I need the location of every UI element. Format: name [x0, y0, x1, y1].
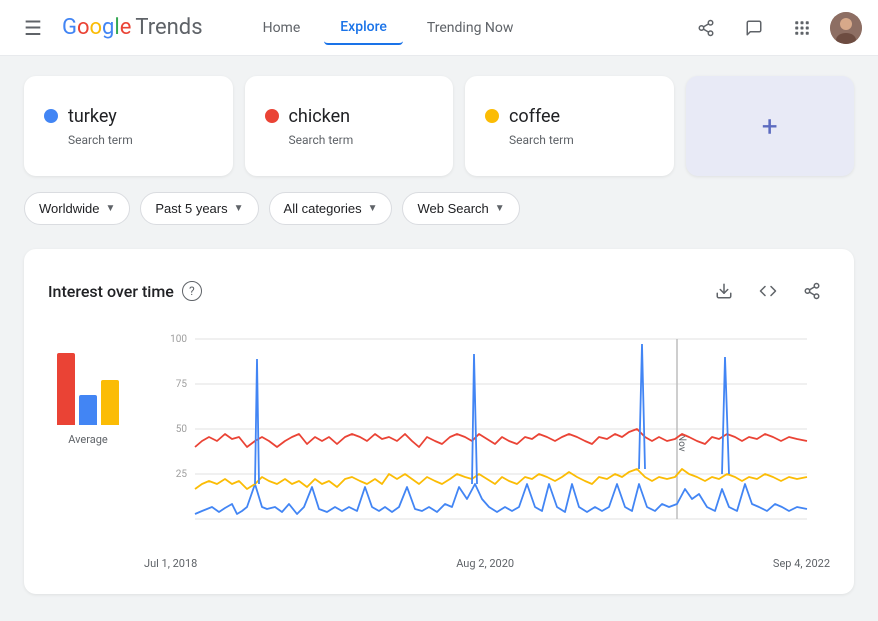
x-label-2: Aug 2, 2020 — [456, 557, 514, 570]
download-button[interactable] — [706, 273, 742, 309]
header-nav: Home Explore Trending Now — [247, 11, 530, 45]
turkey-type: Search term — [68, 133, 213, 147]
share-button[interactable] — [686, 8, 726, 48]
chicken-type: Search term — [289, 133, 434, 147]
logo-trends-text: Trends — [135, 15, 202, 40]
logo[interactable]: Google Trends — [62, 15, 203, 40]
avatar-image — [830, 12, 862, 44]
avg-bars — [57, 329, 119, 429]
filter-category-label: All categories — [284, 201, 362, 216]
x-axis-labels: Jul 1, 2018 Aug 2, 2020 Sep 4, 2022 — [144, 557, 830, 570]
chart-avg: Average — [48, 329, 128, 570]
chart-area: Average 100 75 50 25 Nov — [48, 329, 830, 570]
nav-trending-now[interactable]: Trending Now — [411, 12, 529, 44]
apps-icon — [793, 19, 811, 37]
embed-icon — [759, 282, 777, 300]
chart-card: Interest over time ? — [24, 249, 854, 594]
download-icon — [715, 282, 733, 300]
avg-label: Average — [68, 433, 108, 446]
chart-actions — [706, 273, 830, 309]
message-icon — [745, 19, 763, 37]
menu-icon[interactable]: ☰ — [16, 8, 50, 48]
logo-text: Google — [62, 15, 131, 40]
embed-button[interactable] — [750, 273, 786, 309]
coffee-type: Search term — [509, 133, 654, 147]
turkey-dot — [44, 109, 58, 123]
nav-explore[interactable]: Explore — [324, 11, 403, 45]
turkey-name: turkey — [68, 106, 117, 127]
help-icon[interactable]: ? — [182, 281, 202, 301]
x-label-3: Sep 4, 2022 — [773, 557, 830, 570]
add-icon: + — [762, 110, 778, 143]
chicken-name: chicken — [289, 106, 351, 127]
add-search-term-card[interactable]: + — [686, 76, 855, 176]
chart-title: Interest over time — [48, 282, 174, 301]
trend-chart-svg: 100 75 50 25 Nov — [144, 329, 830, 549]
nav-home[interactable]: Home — [247, 12, 317, 44]
filters-row: Worldwide ▼ Past 5 years ▼ All categorie… — [24, 192, 854, 225]
search-card-coffee[interactable]: coffee Search term — [465, 76, 674, 176]
search-card-turkey[interactable]: turkey Search term — [24, 76, 233, 176]
filter-time[interactable]: Past 5 years ▼ — [140, 192, 258, 225]
coffee-dot — [485, 109, 499, 123]
chicken-dot — [265, 109, 279, 123]
coffee-name: coffee — [509, 106, 560, 127]
message-button[interactable] — [734, 8, 774, 48]
search-terms-row: turkey Search term chicken Search term c… — [24, 76, 854, 176]
search-card-header-chicken: chicken — [265, 106, 434, 127]
filter-type-label: Web Search — [417, 201, 488, 216]
search-card-header-coffee: coffee — [485, 106, 654, 127]
svg-text:75: 75 — [176, 379, 188, 390]
help-label: ? — [189, 284, 195, 298]
header-actions — [686, 8, 862, 48]
share-icon — [697, 19, 715, 37]
avg-bar-coffee — [101, 380, 119, 425]
filter-location[interactable]: Worldwide ▼ — [24, 192, 130, 225]
filter-category-chevron: ▼ — [368, 203, 378, 214]
filter-type-chevron: ▼ — [495, 203, 505, 214]
filter-location-chevron: ▼ — [105, 203, 115, 214]
header: ☰ Google Trends Home Explore Trending No… — [0, 0, 878, 56]
svg-text:100: 100 — [170, 334, 187, 345]
x-label-1: Jul 1, 2018 — [144, 557, 197, 570]
svg-text:50: 50 — [176, 424, 188, 435]
avg-bar-turkey — [79, 395, 97, 425]
header-left: ☰ Google Trends Home Explore Trending No… — [16, 8, 529, 48]
main-content: turkey Search term chicken Search term c… — [0, 56, 878, 614]
chart-share-icon — [803, 282, 821, 300]
chart-header: Interest over time ? — [48, 273, 830, 309]
chart-share-button[interactable] — [794, 273, 830, 309]
chart-svg-container: 100 75 50 25 Nov — [144, 329, 830, 570]
avatar[interactable] — [830, 12, 862, 44]
svg-text:25: 25 — [176, 469, 188, 480]
filter-category[interactable]: All categories ▼ — [269, 192, 393, 225]
filter-time-label: Past 5 years — [155, 201, 227, 216]
filter-location-label: Worldwide — [39, 201, 99, 216]
search-card-chicken[interactable]: chicken Search term — [245, 76, 454, 176]
apps-button[interactable] — [782, 8, 822, 48]
filter-time-chevron: ▼ — [234, 203, 244, 214]
filter-type[interactable]: Web Search ▼ — [402, 192, 519, 225]
search-card-header-turkey: turkey — [44, 106, 213, 127]
avg-bar-chicken — [57, 353, 75, 425]
